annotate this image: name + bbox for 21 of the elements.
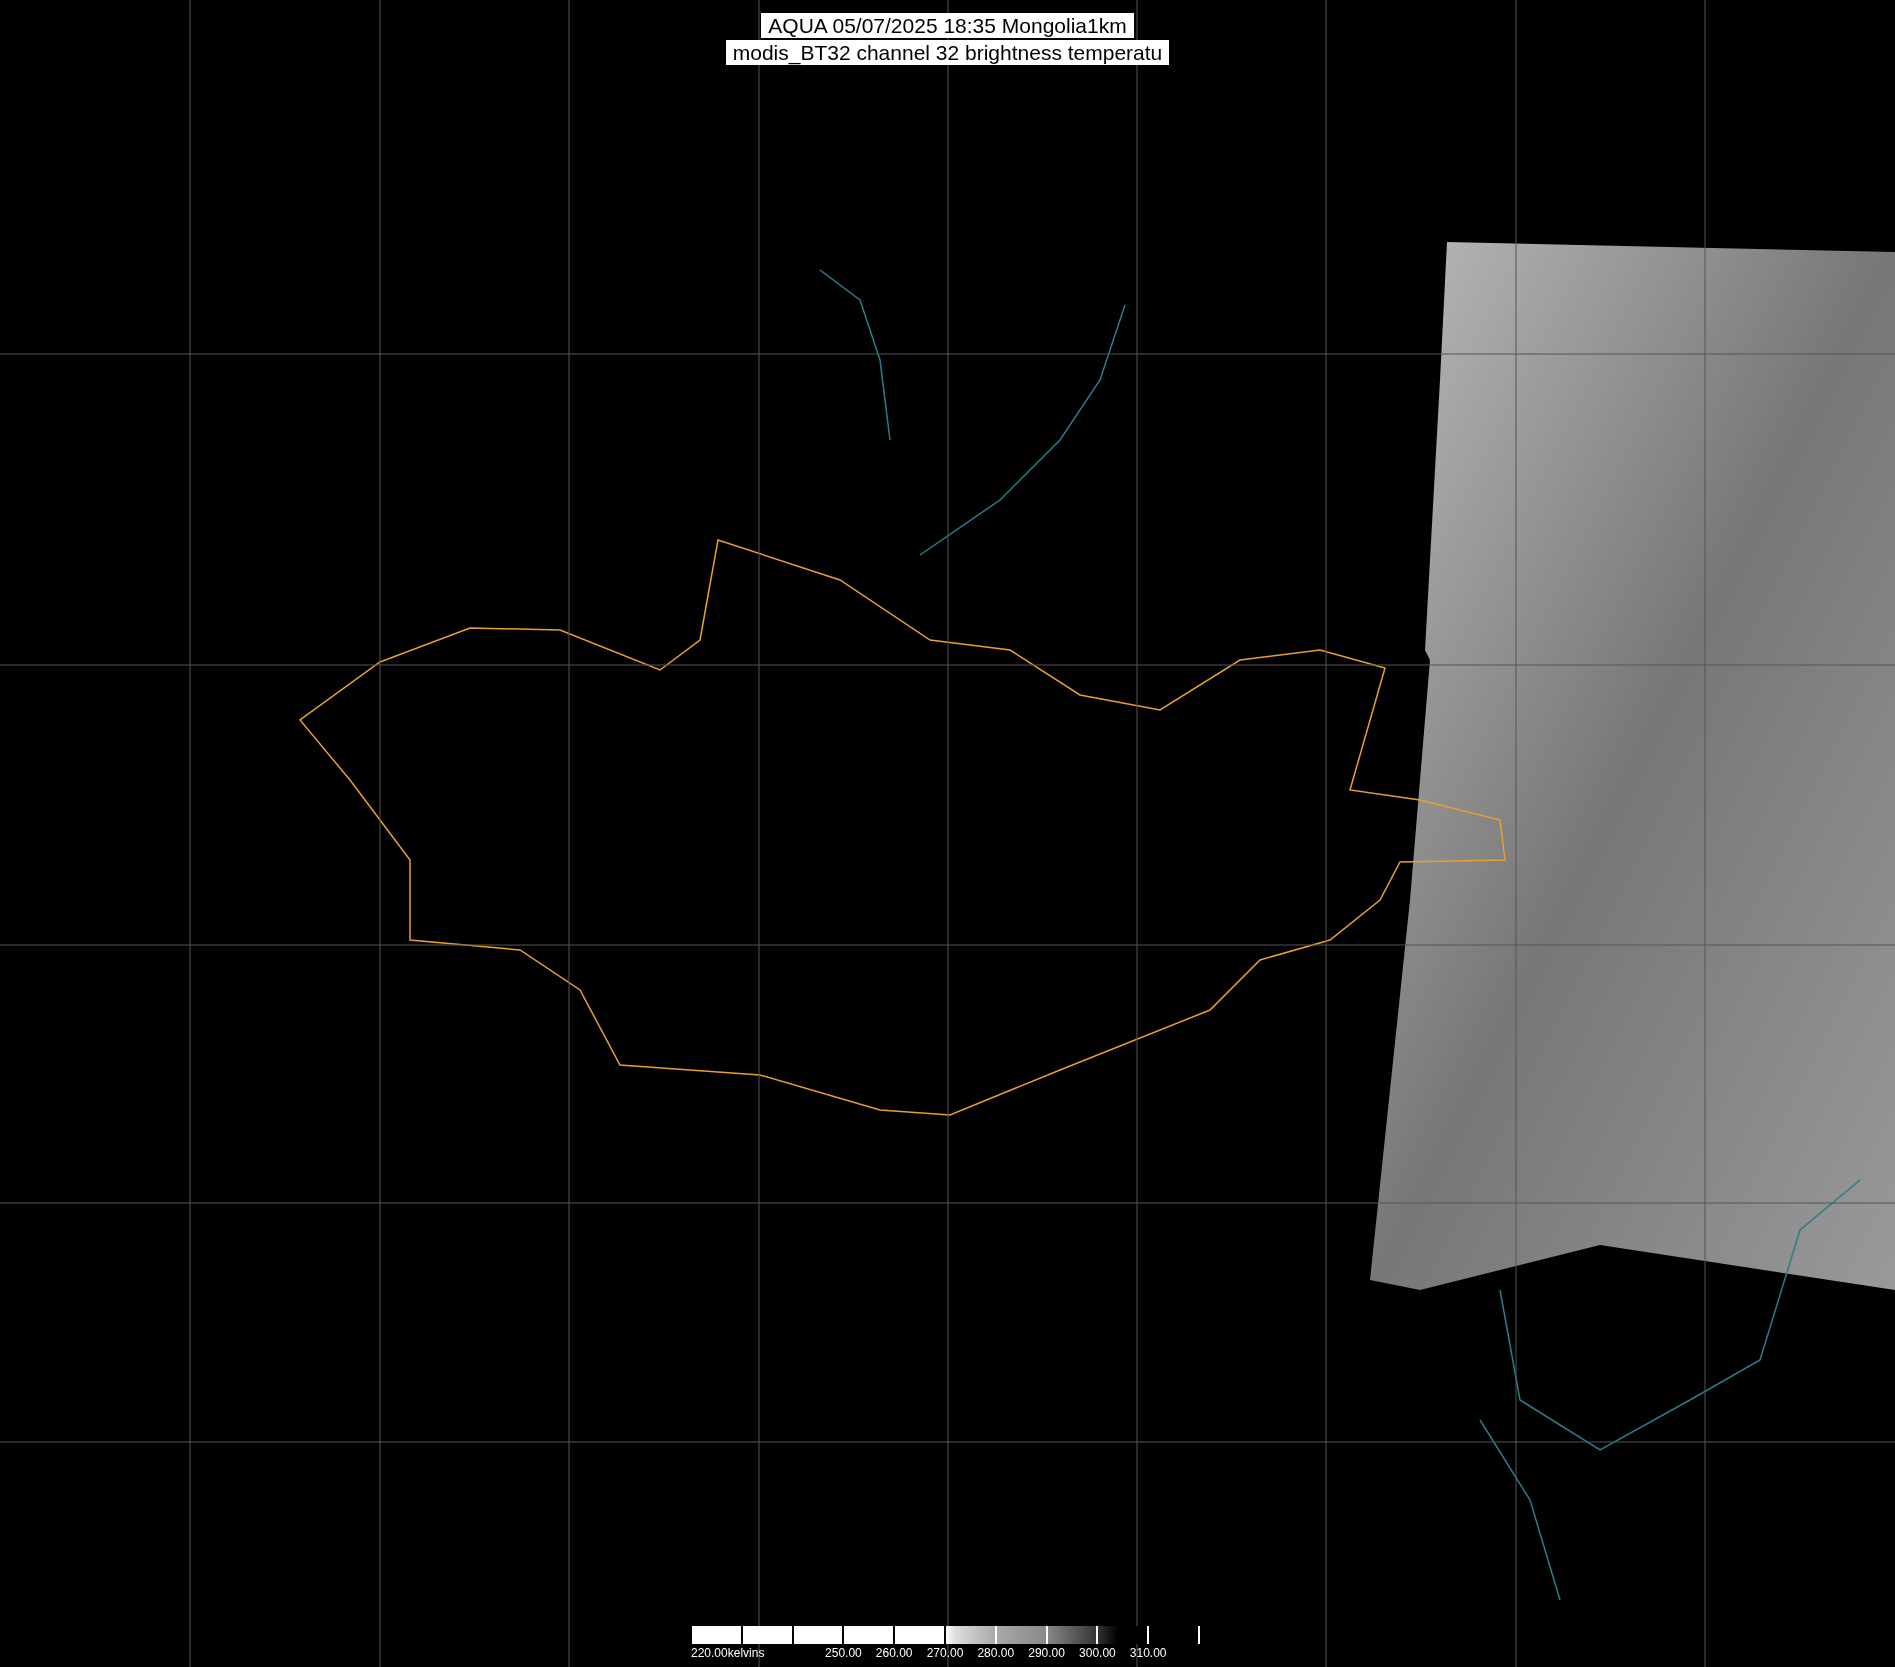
colorbar-tick xyxy=(842,1626,845,1644)
colorbar-tick xyxy=(893,1626,896,1644)
colorbar-tick xyxy=(1096,1626,1099,1644)
colorbar-tick xyxy=(690,1626,692,1644)
colorbar-tick xyxy=(994,1626,997,1644)
colorbar-label: 250.00 xyxy=(825,1646,862,1660)
colorbar-label: 290.00 xyxy=(1028,1646,1065,1660)
colorbar-label: 270.00 xyxy=(926,1646,964,1660)
map-title: modis_BT32 channel 32 brightness temperatu xyxy=(725,40,1170,65)
colorbar-label: 220.00kelvins xyxy=(691,1646,765,1660)
colorbar-tick xyxy=(791,1626,794,1644)
colorbar-label: 260.00 xyxy=(875,1646,913,1660)
colorbar-tick xyxy=(1198,1626,1200,1644)
colorbar-tick xyxy=(1147,1626,1150,1644)
colorbar-tick xyxy=(1045,1626,1048,1644)
colorbar-label: 310.00 xyxy=(1129,1646,1167,1660)
colorbar-label: 300.00 xyxy=(1079,1646,1116,1660)
colorbar-tick xyxy=(740,1626,743,1644)
colorbar-label: 280.00 xyxy=(977,1646,1015,1660)
colorbar-tick xyxy=(944,1626,946,1644)
map-title: AQUA 05/07/2025 18:35 Mongolia1km xyxy=(761,13,1134,38)
